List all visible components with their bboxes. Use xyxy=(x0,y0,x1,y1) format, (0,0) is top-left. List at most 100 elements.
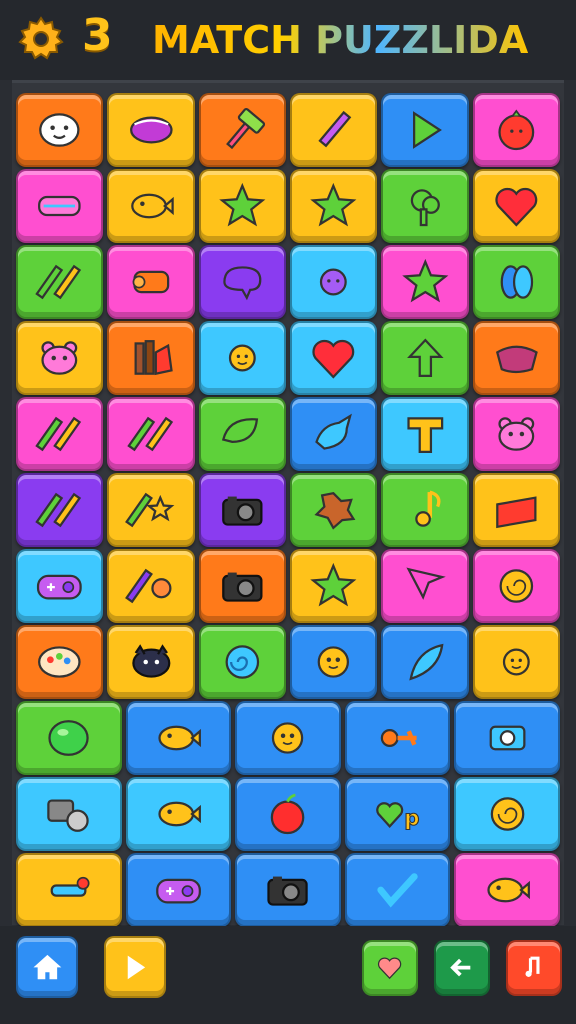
board-tile[interactable] xyxy=(16,701,122,775)
board-tile[interactable] xyxy=(381,473,469,547)
ball-icon xyxy=(48,720,89,756)
board-tile[interactable] xyxy=(472,549,560,623)
heart-letter-icon: p xyxy=(376,802,420,832)
like-button[interactable] xyxy=(362,940,418,996)
bird-icon xyxy=(315,413,353,450)
board-tile[interactable] xyxy=(472,93,560,167)
svg-text:p: p xyxy=(404,806,419,831)
star-icon xyxy=(401,258,449,303)
puzzle-board: p xyxy=(12,80,564,927)
board-tile[interactable] xyxy=(16,397,104,471)
board-tile[interactable] xyxy=(290,549,378,623)
board-tile[interactable] xyxy=(107,549,195,623)
board-tile[interactable] xyxy=(290,93,378,167)
gamepad-icon xyxy=(155,878,201,904)
board-tile[interactable] xyxy=(454,701,560,775)
board-tile[interactable] xyxy=(16,93,104,167)
heart-icon xyxy=(495,187,538,227)
board-tile[interactable] xyxy=(107,321,195,395)
bone-icon xyxy=(50,876,90,897)
share-button[interactable] xyxy=(434,940,490,996)
bear-face-icon xyxy=(41,341,78,375)
board-tile[interactable] xyxy=(454,853,560,927)
board-tile[interactable] xyxy=(125,701,232,775)
board-tile[interactable] xyxy=(290,321,378,395)
meat-icon xyxy=(495,345,538,374)
heart-icon xyxy=(312,339,355,379)
board-tile[interactable] xyxy=(454,777,560,851)
film-reel-icon xyxy=(47,799,89,832)
board-tile[interactable] xyxy=(198,549,286,623)
board-tile[interactable] xyxy=(16,549,104,623)
board-tile[interactable] xyxy=(107,169,195,243)
board-tile[interactable] xyxy=(290,397,378,471)
board-tile[interactable] xyxy=(16,625,104,699)
board-tile[interactable] xyxy=(16,853,122,927)
board-tile[interactable] xyxy=(290,473,378,547)
hammer-icon xyxy=(226,108,266,150)
board-tile[interactable] xyxy=(235,777,341,851)
board-tile[interactable] xyxy=(290,169,378,243)
board-tile[interactable] xyxy=(198,625,286,699)
home-button[interactable] xyxy=(16,936,78,998)
board-tile[interactable] xyxy=(16,473,104,547)
arrow-left-icon xyxy=(450,959,471,977)
board-tile[interactable] xyxy=(16,321,104,395)
sun-icon xyxy=(502,648,530,676)
fish-icon xyxy=(130,193,174,219)
cookie-icon xyxy=(314,491,356,530)
board-tile[interactable] xyxy=(107,625,195,699)
level-number: 3 xyxy=(82,10,113,61)
board-tile[interactable] xyxy=(472,245,560,319)
board-tile[interactable] xyxy=(16,777,122,851)
board-tile[interactable] xyxy=(198,245,286,319)
board-tile[interactable] xyxy=(107,93,195,167)
board-tile[interactable] xyxy=(198,169,286,243)
board-tile[interactable]: p xyxy=(344,777,451,851)
board-tile[interactable] xyxy=(381,397,469,471)
board-tile[interactable] xyxy=(198,321,286,395)
pencil-icon xyxy=(318,110,352,148)
board-tile[interactable] xyxy=(472,473,560,547)
board-tile[interactable] xyxy=(125,853,232,927)
board-tile[interactable] xyxy=(198,473,286,547)
board-tile[interactable] xyxy=(381,93,469,167)
board-tile[interactable] xyxy=(381,169,469,243)
board-tile[interactable] xyxy=(198,93,286,167)
board-tile[interactable] xyxy=(472,169,560,243)
crayon-star-icon xyxy=(124,492,175,528)
board-tile[interactable] xyxy=(472,397,560,471)
board-tile[interactable] xyxy=(16,245,104,319)
board-tile[interactable] xyxy=(16,169,104,243)
play-button[interactable] xyxy=(104,936,166,998)
arrow-up-icon xyxy=(406,338,444,378)
shell-icon xyxy=(490,797,524,831)
gear-icon[interactable] xyxy=(16,14,66,64)
cheese-icon xyxy=(496,496,537,529)
board-tile[interactable] xyxy=(107,473,195,547)
board-tile[interactable] xyxy=(107,397,195,471)
music-note-icon xyxy=(414,490,441,527)
crayons-icon xyxy=(35,416,82,452)
board-tile[interactable] xyxy=(198,397,286,471)
music-button[interactable] xyxy=(506,940,562,996)
play-icon xyxy=(127,955,145,979)
star-icon xyxy=(310,182,357,227)
board-tile[interactable] xyxy=(125,777,232,851)
board-tile[interactable] xyxy=(235,853,341,927)
smiling-face-icon xyxy=(39,113,80,147)
board-tile[interactable] xyxy=(235,701,341,775)
board-tile[interactable] xyxy=(472,625,560,699)
board-tile[interactable] xyxy=(472,321,560,395)
board-tile[interactable] xyxy=(344,853,451,927)
board-tile[interactable] xyxy=(381,245,469,319)
logs-icon xyxy=(134,340,173,376)
board-tile[interactable] xyxy=(381,321,469,395)
board-tile[interactable] xyxy=(381,625,469,699)
board-tile[interactable] xyxy=(344,701,451,775)
board-tile[interactable] xyxy=(381,549,469,623)
board-tile[interactable] xyxy=(290,245,378,319)
board-tile[interactable] xyxy=(290,625,378,699)
board-tile[interactable] xyxy=(107,245,195,319)
virus-icon xyxy=(320,268,348,296)
